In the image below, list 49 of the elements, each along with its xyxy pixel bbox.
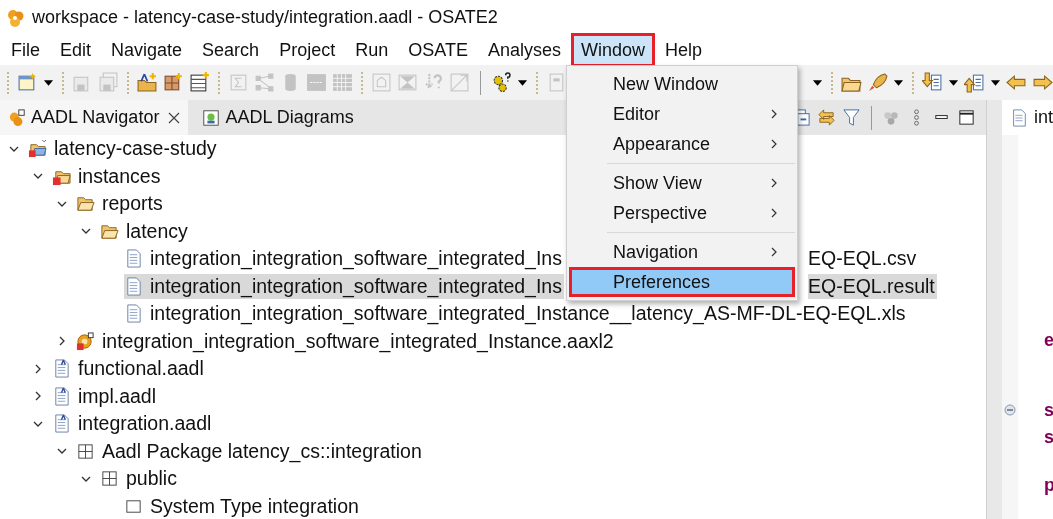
menu-item[interactable]: Project: [269, 33, 346, 67]
tree-item[interactable]: functional.aadl: [52, 356, 206, 382]
tab-label: AADL Navigator: [31, 107, 160, 128]
menu-item[interactable]: New Window: [569, 69, 795, 99]
menu-item[interactable]: Perspective: [569, 198, 795, 228]
menu-item[interactable]: Search: [192, 33, 270, 67]
menu-item[interactable]: Editor: [569, 99, 795, 129]
tree-item-label: Aadl Package latency_cs::integration: [102, 439, 422, 463]
tree-item[interactable]: latency-case-study: [28, 136, 219, 162]
tree-item[interactable]: instances: [52, 163, 163, 189]
tree-item[interactable]: Aadl Package latency_cs::integration: [76, 438, 424, 464]
menu-item[interactable]: Navigate: [101, 33, 193, 67]
tree-item-label: public: [126, 467, 177, 491]
tree-item-label[interactable]: EQ-EQL.csv: [808, 246, 919, 272]
tree-item-label: impl.aadl: [78, 384, 157, 408]
menu-item[interactable]: Navigation: [569, 237, 795, 267]
menu-item[interactable]: Window: [570, 33, 655, 67]
tree-item[interactable]: public: [100, 466, 179, 492]
menu-item[interactable]: OSATE: [398, 33, 478, 67]
code-keyword: s: [1044, 426, 1053, 448]
menu-item[interactable]: File: [1, 33, 50, 67]
menu-item[interactable]: Edit: [50, 33, 102, 67]
tree-item[interactable]: impl.aadl: [52, 383, 159, 409]
tree-item-label: latency: [126, 219, 188, 243]
tree-item[interactable]: reports: [76, 191, 165, 217]
tree-item[interactable]: integration.aadl: [52, 411, 214, 437]
view-tab[interactable]: AADL Navigator: [0, 100, 189, 135]
tree-item-label[interactable]: EQ-EQL.result: [808, 273, 937, 299]
menu-item[interactable]: Preferences: [569, 267, 795, 297]
menu-item[interactable]: Analyses: [477, 33, 571, 67]
tab-label: AADL Diagrams: [225, 107, 354, 128]
menu-item[interactable]: Show View: [569, 168, 795, 198]
tab-label: int: [1034, 107, 1053, 128]
tree-item-label: latency-case-study: [54, 137, 217, 161]
tree-item-label: System Type integration: [150, 494, 359, 518]
tree-item-label: instances: [78, 164, 161, 188]
tree-item-label: reports: [102, 192, 163, 216]
tree-item-label: integration.aadl: [78, 412, 212, 436]
tree-item[interactable]: latency: [100, 218, 190, 244]
menu-item[interactable]: Help: [654, 33, 712, 67]
code-keyword: s: [1044, 399, 1053, 421]
menu-item[interactable]: Appearance: [569, 129, 795, 159]
view-tab[interactable]: AADL Diagrams: [194, 100, 362, 135]
tree-item[interactable]: System Type integration: [124, 493, 361, 519]
window-title: workspace - latency-case-study/integration.aadl - OSATE2: [32, 7, 498, 28]
code-keyword: e: [1044, 329, 1053, 351]
tree-item-label: functional.aadl: [78, 357, 204, 381]
editor-tab[interactable]: int: [1002, 100, 1053, 135]
menu-item[interactable]: Run: [345, 33, 399, 67]
